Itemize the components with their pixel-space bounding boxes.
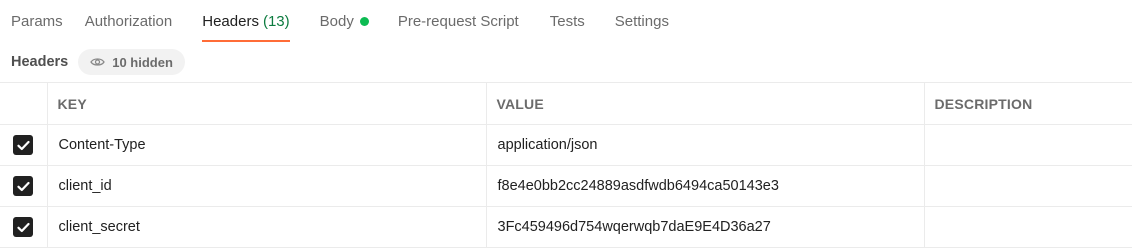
row-key-cell[interactable]: Content-Type: [46, 124, 486, 166]
hidden-headers-label: 10 hidden: [112, 54, 173, 70]
tab-body-label: Body: [319, 13, 354, 30]
headers-section-title: Headers: [11, 54, 69, 70]
request-tabs: Params Authorization Headers (13) Body P…: [0, 0, 1132, 42]
row-key-cell[interactable]: client_secret: [46, 206, 486, 248]
tab-tests[interactable]: Tests: [550, 0, 585, 42]
tab-body[interactable]: Body: [320, 0, 369, 42]
row-description-cell[interactable]: [923, 206, 1132, 248]
tab-params-label: Params: [11, 13, 63, 30]
tab-pre-request-script-label: Pre-request Script: [397, 13, 519, 30]
body-indicator-dot: [359, 17, 369, 26]
table-header-row: KEY VALUE DESCRIPTION: [0, 82, 1132, 125]
tab-params[interactable]: Params: [11, 0, 63, 42]
column-header-value: VALUE: [485, 82, 924, 125]
row-checkbox-cell: [0, 124, 47, 166]
tab-tests-label: Tests: [549, 13, 585, 30]
checkmark-icon: [17, 222, 30, 232]
hidden-headers-toggle[interactable]: 10 hidden: [78, 49, 185, 75]
tab-headers-count: (13): [262, 13, 290, 30]
tab-pre-request-script[interactable]: Pre-request Script: [398, 0, 519, 42]
row-checkbox[interactable]: [13, 176, 34, 196]
row-value-cell[interactable]: application/json: [485, 124, 924, 166]
row-value-cell[interactable]: 3Fc459496d754wqerwqb7daE9E4D36a27: [485, 206, 924, 248]
tab-authorization[interactable]: Authorization: [85, 0, 173, 42]
table-row: client_id f8e4e0bb2cc24889asdfwdb6494ca5…: [0, 165, 1132, 207]
row-checkbox-cell: [0, 206, 47, 248]
row-description-cell[interactable]: [923, 165, 1132, 207]
eye-icon: [90, 58, 106, 66]
checkmark-icon: [17, 140, 30, 150]
checkbox-column-header: [0, 82, 47, 125]
tab-settings-label: Settings: [614, 13, 669, 30]
headers-subheader: Headers 10 hidden: [0, 48, 1132, 76]
row-checkbox-cell: [0, 165, 47, 207]
row-description-cell[interactable]: [923, 124, 1132, 166]
tab-authorization-label: Authorization: [84, 13, 173, 30]
tab-headers-label: Headers: [202, 13, 259, 30]
column-header-description: DESCRIPTION: [923, 82, 1132, 125]
row-key-cell[interactable]: client_id: [46, 165, 486, 207]
table-row: client_secret 3Fc459496d754wqerwqb7daE9E…: [0, 206, 1132, 248]
tab-headers[interactable]: Headers (13): [202, 0, 291, 42]
column-header-key: KEY: [46, 82, 486, 125]
row-checkbox[interactable]: [13, 217, 34, 237]
table-row: Content-Type application/json: [0, 124, 1132, 166]
headers-table: KEY VALUE DESCRIPTION Content-Type appli…: [0, 82, 1132, 248]
tab-settings[interactable]: Settings: [615, 0, 669, 42]
row-value-cell[interactable]: f8e4e0bb2cc24889asdfwdb6494ca50143e3: [485, 165, 924, 207]
checkmark-icon: [17, 181, 30, 191]
row-checkbox[interactable]: [13, 135, 34, 155]
